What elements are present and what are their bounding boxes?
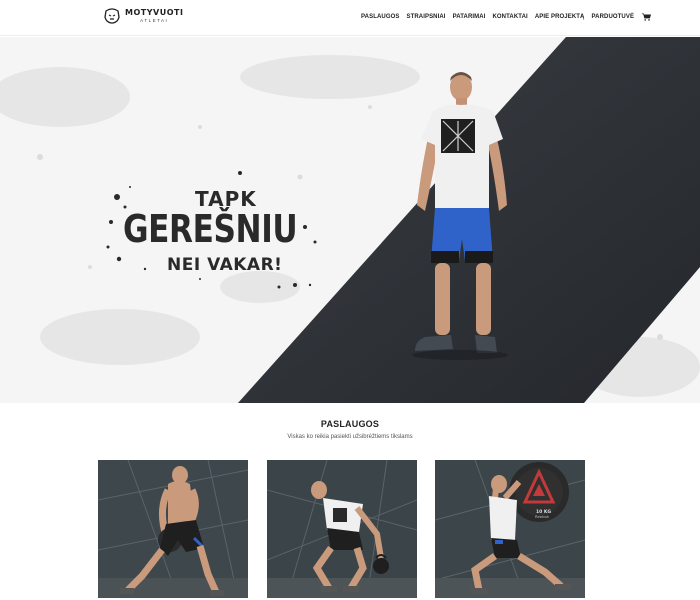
- services-title: PASLAUGOS: [320, 419, 380, 429]
- nav-item-kontaktai[interactable]: KONTAKTAI: [492, 14, 527, 20]
- skull-logo-icon: [104, 8, 120, 24]
- service-card-medicine-ball[interactable]: [98, 460, 248, 598]
- site-header: MOTYVUOTI ATLETAI PASLAUGOS STRAIPSNIAI …: [0, 0, 700, 36]
- nav-item-paslaugos[interactable]: PASLAUGOS: [361, 14, 399, 20]
- plate-brand-label: Reebok: [535, 514, 550, 519]
- nav-item-straipsniai[interactable]: STRAIPSNIAI: [406, 14, 445, 20]
- medicine-ball-image: [98, 460, 248, 598]
- nav-item-apie-projekta[interactable]: APIE PROJEKTĄ: [535, 14, 585, 20]
- slogan-line-3: NEI VAKAR!: [167, 255, 283, 275]
- nav-item-parduotuve[interactable]: PARDUOTUVĖ: [591, 14, 634, 20]
- hero-banner: TAPK GEREŠNIU NEI VAKAR!: [0, 37, 700, 403]
- logo-subtitle: ATLETAI: [140, 18, 169, 24]
- site-logo[interactable]: MOTYVUOTI ATLETAI: [103, 8, 183, 25]
- weight-plate-image: 10 KG Reebok: [435, 460, 585, 598]
- slogan-line-2: GEREŠNIU: [123, 207, 298, 251]
- kettlebell-image: [267, 460, 417, 598]
- athlete-figure: [412, 72, 508, 360]
- hero-slogan: TAPK GEREŠNIU NEI VAKAR!: [105, 167, 325, 297]
- service-card-kettlebell[interactable]: [267, 460, 417, 598]
- service-card-weight-plate[interactable]: 10 KG Reebok: [435, 460, 585, 598]
- cart-icon[interactable]: [642, 13, 652, 21]
- logo-name: MOTYVUOTI: [125, 8, 184, 18]
- services-subtitle: Viskas ko reikia pasiekti užsibrėžtiems …: [287, 434, 413, 440]
- nav-item-patarimai[interactable]: PATARIMAI: [453, 14, 486, 20]
- main-nav: PASLAUGOS STRAIPSNIAI PATARIMAI KONTAKTA…: [361, 13, 652, 21]
